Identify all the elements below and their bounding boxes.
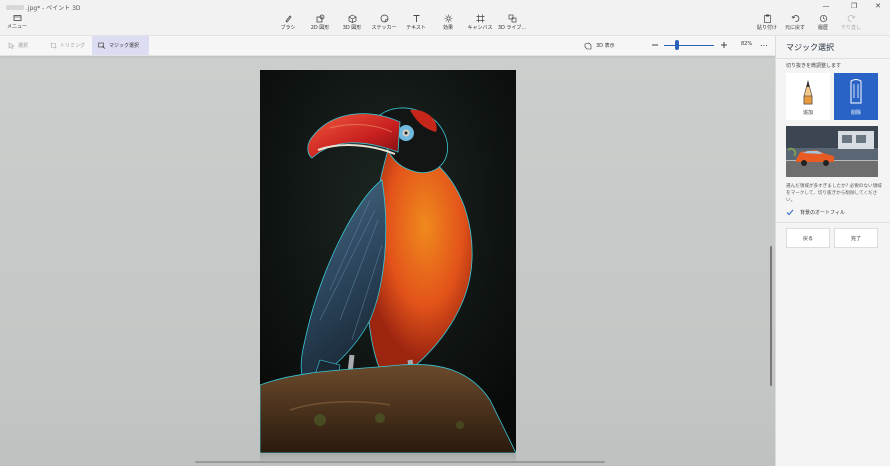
paint-3d-window: .jpg* - ペイント 3D — ❐ ✕ メニュー ブラシ 2D 図形 3D …	[0, 0, 890, 466]
ribbon-effects[interactable]: 効果	[436, 14, 460, 34]
crop-tool[interactable]: トリミング	[44, 36, 91, 55]
window-title-text: .jpg* - ペイント 3D	[26, 5, 81, 12]
ribbon-actions: 貼り付け 元に戻す 履歴 やり直し	[755, 14, 863, 34]
filename-redacted	[6, 5, 24, 10]
toucan-photo	[260, 70, 516, 453]
effects-icon	[444, 14, 452, 23]
canvas-workspace[interactable]	[0, 56, 775, 466]
2d-shapes-icon	[316, 14, 324, 23]
canvas-image[interactable]	[260, 70, 516, 453]
eraser-remove-icon	[850, 79, 862, 104]
magic-select-panel: マジック選択 切り抜きを微調整します 追加 削除 選んだ領域が多すぎましたか? …	[775, 36, 890, 466]
ribbon-tools: ブラシ 2D 図形 3D 図形 ステッカー テキスト 効果 キャンバス 3D ラ…	[276, 14, 526, 34]
panel-help-text: 選んだ領域が多すぎましたか? 必要のない領域をマークして、切り抜きから削除してく…	[786, 184, 882, 203]
ribbon-3d-shapes[interactable]: 3D 図形	[340, 14, 364, 34]
minimize-button[interactable]: —	[818, 2, 834, 10]
magic-select-tool[interactable]: マジック選択	[92, 36, 149, 55]
ribbon-3d-library[interactable]: 3D ライブ...	[498, 14, 526, 34]
background-autofill-toggle[interactable]: 背景のオートフィル	[786, 209, 845, 216]
brush-icon	[284, 15, 292, 23]
history-button[interactable]: 履歴	[811, 14, 835, 34]
zoom-in-icon[interactable]	[719, 40, 729, 50]
menu-label: メニュー	[6, 24, 27, 30]
zoom-slider-thumb[interactable]	[675, 40, 679, 50]
panel-title: マジック選択	[786, 43, 834, 52]
menu-button[interactable]: メニュー	[6, 14, 28, 34]
pencil-add-icon	[803, 80, 813, 105]
sticker-icon	[380, 14, 388, 23]
ribbon-text[interactable]: テキスト	[404, 14, 428, 34]
close-button[interactable]: ✕	[870, 2, 886, 10]
view-3d-toggle[interactable]: 3D 表示	[584, 36, 615, 55]
history-icon	[819, 14, 827, 23]
redo-button[interactable]: やり直し	[839, 14, 863, 34]
title-bar: .jpg* - ペイント 3D — ❐ ✕ メニュー ブラシ 2D 図形 3D …	[0, 0, 890, 36]
undo-button[interactable]: 元に戻す	[783, 14, 807, 34]
selection-preview	[786, 126, 878, 177]
undo-icon	[791, 15, 799, 22]
view-3d-icon	[584, 42, 592, 49]
maximize-button[interactable]: ❐	[846, 2, 862, 10]
paste-button[interactable]: 貼り付け	[755, 14, 779, 34]
window-title: .jpg* - ペイント 3D	[6, 3, 81, 12]
vertical-scrollbar[interactable]	[770, 246, 772, 386]
magic-select-icon	[98, 42, 106, 49]
ribbon-stickers[interactable]: ステッカー	[372, 14, 397, 34]
car-preview-image	[786, 126, 878, 177]
divider	[776, 222, 890, 223]
menu-folder-icon	[13, 15, 21, 21]
ribbon-2d-shapes[interactable]: 2D 図形	[308, 14, 332, 34]
remove-mode-button[interactable]: 削除	[834, 73, 878, 120]
select-tool[interactable]: 選択	[2, 36, 34, 55]
zoom-out-icon[interactable]	[650, 40, 660, 50]
more-options-button[interactable]: ...	[760, 39, 768, 48]
zoom-percentage: 82%	[741, 41, 753, 47]
divider	[776, 58, 890, 59]
ribbon-canvas[interactable]: キャンバス	[468, 14, 493, 34]
ribbon-brush[interactable]: ブラシ	[276, 14, 300, 34]
redo-icon	[847, 15, 855, 22]
select-cursor-icon	[8, 42, 15, 49]
paste-icon	[763, 14, 771, 23]
secondary-toolbar: 選択 トリミング マジック選択 3D 表示 82% ...	[0, 36, 775, 56]
add-mode-button[interactable]: 追加	[786, 73, 830, 120]
text-icon	[413, 15, 419, 22]
done-button[interactable]: 完了	[834, 228, 878, 248]
crop-icon	[50, 42, 57, 49]
horizontal-scrollbar[interactable]	[195, 461, 605, 463]
3d-shapes-icon	[348, 14, 356, 23]
zoom-slider-track[interactable]	[664, 45, 714, 46]
checkmark-icon	[786, 209, 794, 216]
3d-library-icon	[508, 14, 516, 23]
panel-subtitle: 切り抜きを微調整します	[786, 63, 842, 69]
back-button[interactable]: 戻る	[786, 228, 830, 248]
canvas-icon	[476, 14, 484, 23]
